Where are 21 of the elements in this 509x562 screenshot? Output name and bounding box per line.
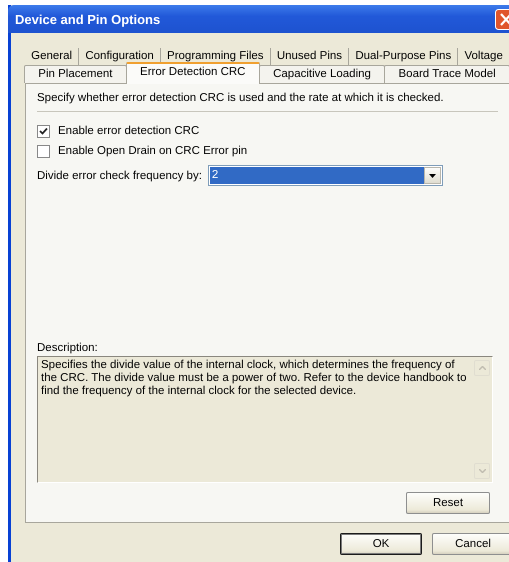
cancel-button[interactable]: Cancel (432, 533, 509, 555)
checkbox[interactable] (37, 144, 50, 158)
tab[interactable]: Board Trace Model (384, 65, 509, 83)
tab[interactable]: Error Detection CRC (126, 62, 260, 84)
description-text: Specifies the divide value of the internal clock, which determines the frequency of the CRC. The divide value must be a power of two. Refer to the device handbook to find the frequency of the internal clock for the selected device. (40, 358, 468, 399)
tab[interactable]: Capacitive Loading (258, 65, 386, 83)
check-icon (39, 126, 48, 136)
checkbox[interactable] (37, 124, 50, 138)
reset-button[interactable]: Reset (406, 492, 490, 514)
intro-text: Specify whether error detection CRC is used and the rate at which it is checked. (37, 92, 498, 112)
checkbox-label[interactable]: Enable Open Drain on CRC Error pin (58, 145, 248, 157)
description-label: Description: (37, 342, 99, 354)
dropdown-button[interactable] (424, 167, 441, 184)
window-title: Device and Pin Options (15, 12, 160, 26)
ok-button[interactable]: OK (340, 533, 422, 555)
checkbox-label[interactable]: Enable error detection CRC (58, 125, 200, 137)
frequency-dropdown[interactable]: 2 (208, 165, 443, 186)
tab[interactable]: Pin Placement (24, 65, 127, 83)
selected-value: 2 (210, 167, 424, 184)
frequency-label: Divide error check frequency by: (37, 170, 202, 182)
caret-icon (428, 174, 436, 178)
